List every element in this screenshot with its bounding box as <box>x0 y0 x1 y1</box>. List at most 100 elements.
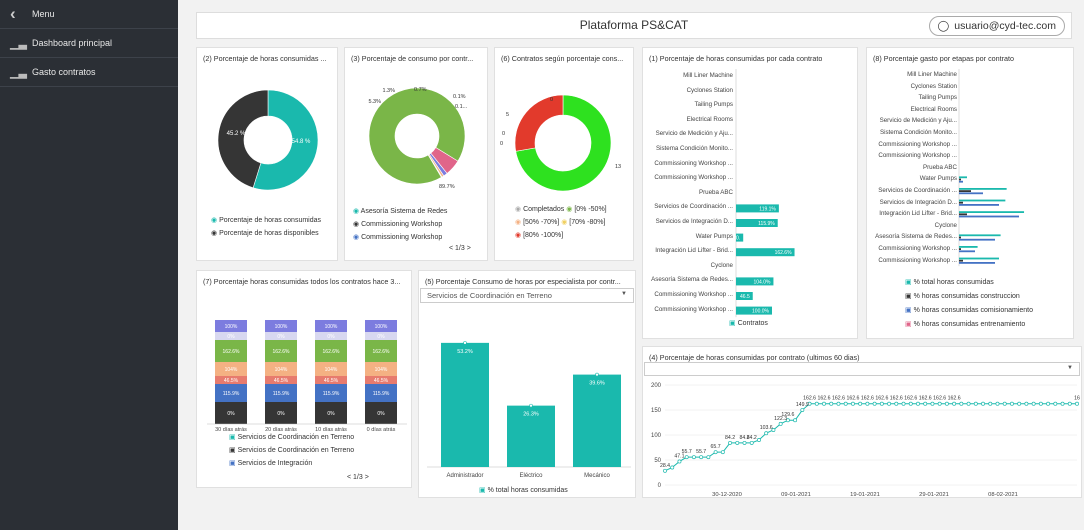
data-label: 162.6% <box>223 349 241 355</box>
data-label: 162.6 <box>948 396 961 402</box>
legend-dot: ◉ <box>353 221 360 228</box>
category-label: Asesoría Sistema de Redes... <box>651 276 733 284</box>
data-label: 5.3% <box>368 99 381 105</box>
data-label: 54.8 % <box>292 139 311 145</box>
donut-chart: 13 5 0 0 0 <box>500 94 621 192</box>
data-point <box>858 401 863 406</box>
data-point <box>973 401 978 406</box>
data-label: 53.2% <box>457 349 473 355</box>
data-label: 162.6 <box>933 396 946 402</box>
chevron-left-icon: ‹ <box>10 4 16 23</box>
tick-label: 19-01-2021 <box>850 492 880 498</box>
legend-pager[interactable]: < 1/3 > <box>449 245 471 252</box>
category-label: Servicio de Medición y Aju... <box>879 117 957 125</box>
data-label: 13 <box>615 164 621 170</box>
data-label: 115.9% <box>273 391 290 397</box>
legend-label: Servicios de Coordinación en Terreno <box>237 447 355 454</box>
legend-item: ▣ % total horas consumidas <box>479 485 568 496</box>
bar <box>959 213 967 216</box>
data-point <box>836 401 841 406</box>
panel-7: (7) Porcentaje horas consumidas todos lo… <box>196 270 412 488</box>
bar <box>959 236 961 239</box>
legend-pager[interactable]: < 1/3 > <box>347 474 369 481</box>
data-point <box>1053 401 1058 406</box>
tick-label: 08-02-2021 <box>988 492 1018 498</box>
tick-label: 30-12-2020 <box>712 492 742 498</box>
data-label: 100% <box>375 324 388 330</box>
data-label: 1.3% <box>382 88 395 94</box>
category-label: Integración Lid Lifter - Brid... <box>655 247 733 255</box>
data-point <box>1024 401 1029 406</box>
legend-swatch: ▣ <box>229 460 236 467</box>
data-label: 0.1% <box>453 94 466 100</box>
data-point <box>916 401 920 406</box>
tick-label: Eléctrico <box>519 473 543 479</box>
data-label: 0 <box>502 131 505 137</box>
category-label: Cyclones Station <box>910 82 957 90</box>
legend-dot: ◉ <box>566 206 573 213</box>
legend-label: [80% -100%] <box>523 232 564 239</box>
data-label: 46.5 <box>740 294 750 300</box>
tick-label: Mecánico <box>584 473 610 479</box>
data-point <box>829 401 834 406</box>
data-point <box>988 401 993 406</box>
legend-label: Asesoría Sistema de Redes <box>360 208 448 215</box>
menu-toggle[interactable]: ‹ Menu <box>0 0 178 29</box>
data-label: 162.6 <box>803 396 816 402</box>
legend-label: [50% -70%] <box>523 219 560 226</box>
legend-dot: ◉ <box>515 232 522 239</box>
legend-item: ◉ Completados ◉ [0% -50%] <box>515 204 607 215</box>
sidebar-item-label: Gasto contratos <box>32 67 96 77</box>
legend-label: Completados <box>523 206 565 213</box>
data-label: 46.5% <box>374 378 389 384</box>
data-point <box>850 401 855 406</box>
category-label: Servicios de Integración D... <box>879 198 957 206</box>
data-point <box>1038 401 1043 406</box>
bar-chart-icon: ▁▃ <box>10 37 27 50</box>
user-badge[interactable]: ◯ usuario@cyd-tec.com <box>928 16 1065 36</box>
bar <box>959 188 1007 190</box>
data-label: 100% <box>225 324 238 330</box>
bar-marker <box>463 341 467 345</box>
data-label: 46.5% <box>274 378 289 384</box>
category-label: Commissioning Workshop ... <box>654 159 733 167</box>
data-point <box>684 455 689 460</box>
legend-item: ◉ Porcentaje de horas disponibles <box>211 228 319 239</box>
legend-label: Commissioning Workshop <box>361 234 443 241</box>
data-label: 26.3% <box>523 412 539 418</box>
data-label: 89.7% <box>439 184 455 190</box>
data-label: 162.6 <box>890 396 903 402</box>
legend-item: ◉ Commissioning Workshop <box>353 219 442 230</box>
legend-swatch: ▣ <box>905 321 912 328</box>
data-label: 162.6 <box>904 396 917 402</box>
data-label: 0% <box>227 334 235 340</box>
data-label: 115.9% <box>758 221 775 227</box>
panel-6: (6) Contratos según porcentaje cons... 1… <box>494 47 634 261</box>
category-label: Asesoría Sistema de Redes... <box>875 233 957 241</box>
bar <box>959 178 961 181</box>
sidebar-item-dashboard[interactable]: ▁▃ Dashboard principal <box>0 29 178 58</box>
data-point <box>937 401 942 406</box>
legend-label: Porcentaje de horas consumidas <box>219 217 322 224</box>
legend-dot: ◉ <box>561 219 568 226</box>
data-label: 84.2 <box>747 435 757 441</box>
legend-item: ◉ Commissioning Workshop <box>353 232 442 243</box>
data-label: 20. <box>733 236 740 242</box>
panel-title: (3) Porcentaje de consumo por contr... <box>351 54 474 63</box>
sidebar-item-gasto[interactable]: ▁▃ Gasto contratos <box>0 58 178 87</box>
category-label: Prueba ABC <box>698 188 733 196</box>
bar <box>959 199 1006 202</box>
donut-chart: 54.8 % 45.2 % <box>217 89 319 191</box>
category-label: Cyclone <box>934 221 957 229</box>
data-label: 100.0% <box>752 309 770 315</box>
data-label: 162.6 <box>818 396 831 402</box>
sidebar: ‹ Menu ▁▃ Dashboard principal ▁▃ Gasto cont… <box>0 0 178 530</box>
data-label: 100% <box>275 324 288 330</box>
data-label: 0% <box>277 411 285 417</box>
data-point <box>879 401 884 406</box>
data-point <box>1060 401 1065 406</box>
legend-dot: ◉ <box>353 234 360 241</box>
data-point <box>742 440 747 445</box>
legend-swatch: ▣ <box>229 447 236 454</box>
data-point <box>1075 401 1079 406</box>
